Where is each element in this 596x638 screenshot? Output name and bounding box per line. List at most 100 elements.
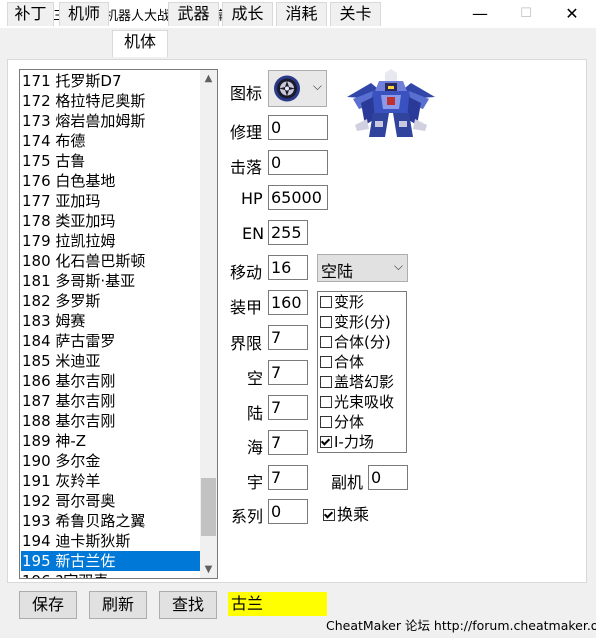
search-input[interactable]: 古兰 <box>228 592 327 616</box>
unit-list-items: 171 托罗斯D7 172 格拉特尼奥斯 173 熔岩兽加姆斯 174 布德 175 古… <box>21 71 201 578</box>
list-item[interactable]: 180 化石兽巴斯顿 <box>21 251 201 271</box>
tab-unit[interactable]: 机体 <box>112 30 168 57</box>
list-item[interactable]: 188 基尔吉刚 <box>21 411 201 431</box>
checkbox-icon[interactable] <box>320 376 332 388</box>
en-label: EN <box>242 224 265 243</box>
scroll-down-icon[interactable]: ▼ <box>200 561 217 578</box>
ability-split[interactable]: 分体 <box>320 412 364 432</box>
list-item[interactable]: 171 托罗斯D7 <box>21 71 201 91</box>
sea-input[interactable]: 7 <box>268 430 308 455</box>
checkbox-icon[interactable] <box>320 296 332 308</box>
checkbox-checked-icon[interactable] <box>323 509 335 521</box>
checkbox-icon[interactable] <box>320 416 332 428</box>
air-input[interactable]: 7 <box>268 360 308 385</box>
icon-select[interactable]: ⌵ <box>268 70 327 107</box>
maximize-button[interactable]: ☐ <box>503 0 549 28</box>
subunit-input[interactable]: 0 <box>368 465 408 490</box>
list-item[interactable]: 195 新古兰佐 <box>21 551 201 571</box>
ability-combine-split[interactable]: 合体(分) <box>320 332 391 352</box>
list-item[interactable]: 177 亚加玛 <box>21 191 201 211</box>
space-label: 宇 <box>247 473 264 492</box>
checkbox-checked-icon[interactable] <box>320 436 332 448</box>
list-item[interactable]: 173 熔岩兽加姆斯 <box>21 111 201 131</box>
emblem-icon <box>274 75 300 102</box>
ability-checklist[interactable]: 变形 变形(分) 合体(分) 合体 盖塔幻影 光束吸收 分体 I-力场 <box>317 291 407 453</box>
refresh-button[interactable]: 刷新 <box>89 591 147 619</box>
list-item[interactable]: 192 哥尔哥奥 <box>21 491 201 511</box>
close-button[interactable]: ✕ <box>549 0 595 28</box>
subunit-label: 副机 <box>331 473 364 492</box>
list-item[interactable]: 174 布德 <box>21 131 201 151</box>
minimize-button[interactable]: — <box>457 0 503 28</box>
list-item[interactable]: 189 神-Z <box>21 431 201 451</box>
hp-input[interactable]: 65000 <box>268 185 328 210</box>
checkbox-icon[interactable] <box>320 396 332 408</box>
list-item[interactable]: 187 基尔吉刚 <box>21 391 201 411</box>
transfer-checkbox[interactable]: 换乘 <box>323 501 369 525</box>
tab-consume[interactable]: 消耗 <box>276 2 327 26</box>
armor-input[interactable]: 160 <box>268 290 308 315</box>
ability-getter-vision[interactable]: 盖塔幻影 <box>320 372 394 392</box>
ability-i-field[interactable]: I-力场 <box>320 432 374 452</box>
scroll-thumb[interactable] <box>201 478 216 536</box>
tab-weapon[interactable]: 武器 <box>168 2 219 26</box>
list-item[interactable]: 184 萨古雷罗 <box>21 331 201 351</box>
move-input[interactable]: 16 <box>268 255 308 280</box>
list-item[interactable]: 181 多哥斯·基亚 <box>21 271 201 291</box>
terrain-value: 空陆 <box>321 262 354 281</box>
move-label: 移动 <box>230 263 263 282</box>
list-item[interactable]: 179 拉凯拉姆 <box>21 231 201 251</box>
list-item[interactable]: 172 格拉特尼奥斯 <box>21 91 201 111</box>
limit-input[interactable]: 7 <box>268 325 308 350</box>
robot-sprite-icon <box>347 69 435 137</box>
ability-transform-split[interactable]: 变形(分) <box>320 312 391 332</box>
search-button[interactable]: 查找 <box>159 591 217 619</box>
repair-input[interactable]: 0 <box>268 115 328 140</box>
checkbox-icon[interactable] <box>320 316 332 328</box>
land-label: 陆 <box>247 404 264 423</box>
list-item[interactable]: 186 基尔吉刚 <box>21 371 201 391</box>
repair-label: 修理 <box>230 123 263 142</box>
checkbox-icon[interactable] <box>320 356 332 368</box>
sea-label: 海 <box>247 438 264 457</box>
chevron-down-icon: ⌵ <box>393 259 403 273</box>
list-item[interactable]: 194 迪卡斯狄斯 <box>21 531 201 551</box>
list-item[interactable]: 176 白色基地 <box>21 171 201 191</box>
land-input[interactable]: 7 <box>268 395 308 420</box>
scroll-up-icon[interactable]: ▲ <box>200 70 217 87</box>
list-item[interactable]: 191 灰羚羊 <box>21 471 201 491</box>
terrain-select[interactable]: 空陆 ⌵ <box>317 254 408 282</box>
chevron-down-icon: ⌵ <box>312 79 322 93</box>
checkbox-icon[interactable] <box>320 336 332 348</box>
forum-link[interactable]: CheatMaker 论坛 http://forum.cheatmaker.or… <box>326 615 596 634</box>
list-item[interactable]: 196 ?宇双麦 <box>21 571 201 578</box>
unit-list[interactable]: 171 托罗斯D7 172 格拉特尼奥斯 173 熔岩兽加姆斯 174 布德 175 古… <box>19 69 218 579</box>
ability-transform[interactable]: 变形 <box>320 292 364 312</box>
air-label: 空 <box>247 369 264 388</box>
drop-input[interactable]: 0 <box>268 150 328 175</box>
list-item[interactable]: 185 米迪亚 <box>21 351 201 371</box>
drop-label: 击落 <box>230 158 263 177</box>
series-input[interactable]: 0 <box>268 499 308 524</box>
list-item[interactable]: 190 多尔金 <box>21 451 201 471</box>
save-button[interactable]: 保存 <box>19 591 77 619</box>
ability-combine[interactable]: 合体 <box>320 352 364 372</box>
list-item[interactable]: 183 姆赛 <box>21 311 201 331</box>
list-item[interactable]: 178 类亚加玛 <box>21 211 201 231</box>
list-item[interactable]: 182 多罗斯 <box>21 291 201 311</box>
series-label: 系列 <box>231 507 264 526</box>
hp-label: HP <box>241 189 263 208</box>
armor-label: 装甲 <box>230 298 263 317</box>
list-item[interactable]: 175 古鲁 <box>21 151 201 171</box>
list-item[interactable]: 193 希鲁贝路之翼 <box>21 511 201 531</box>
en-input[interactable]: 255 <box>268 220 308 245</box>
vertical-scrollbar[interactable]: ▲ ▼ <box>200 70 217 578</box>
tab-growth[interactable]: 成长 <box>222 2 273 26</box>
limit-label: 界限 <box>230 334 263 353</box>
ability-beam-absorb[interactable]: 光束吸收 <box>320 392 394 412</box>
icon-label: 图标 <box>230 84 263 103</box>
tab-stage[interactable]: 关卡 <box>330 2 381 26</box>
tab-patch[interactable]: 补丁 <box>7 2 54 26</box>
tab-pilot[interactable]: 机师 <box>59 2 109 26</box>
space-input[interactable]: 7 <box>268 465 308 490</box>
